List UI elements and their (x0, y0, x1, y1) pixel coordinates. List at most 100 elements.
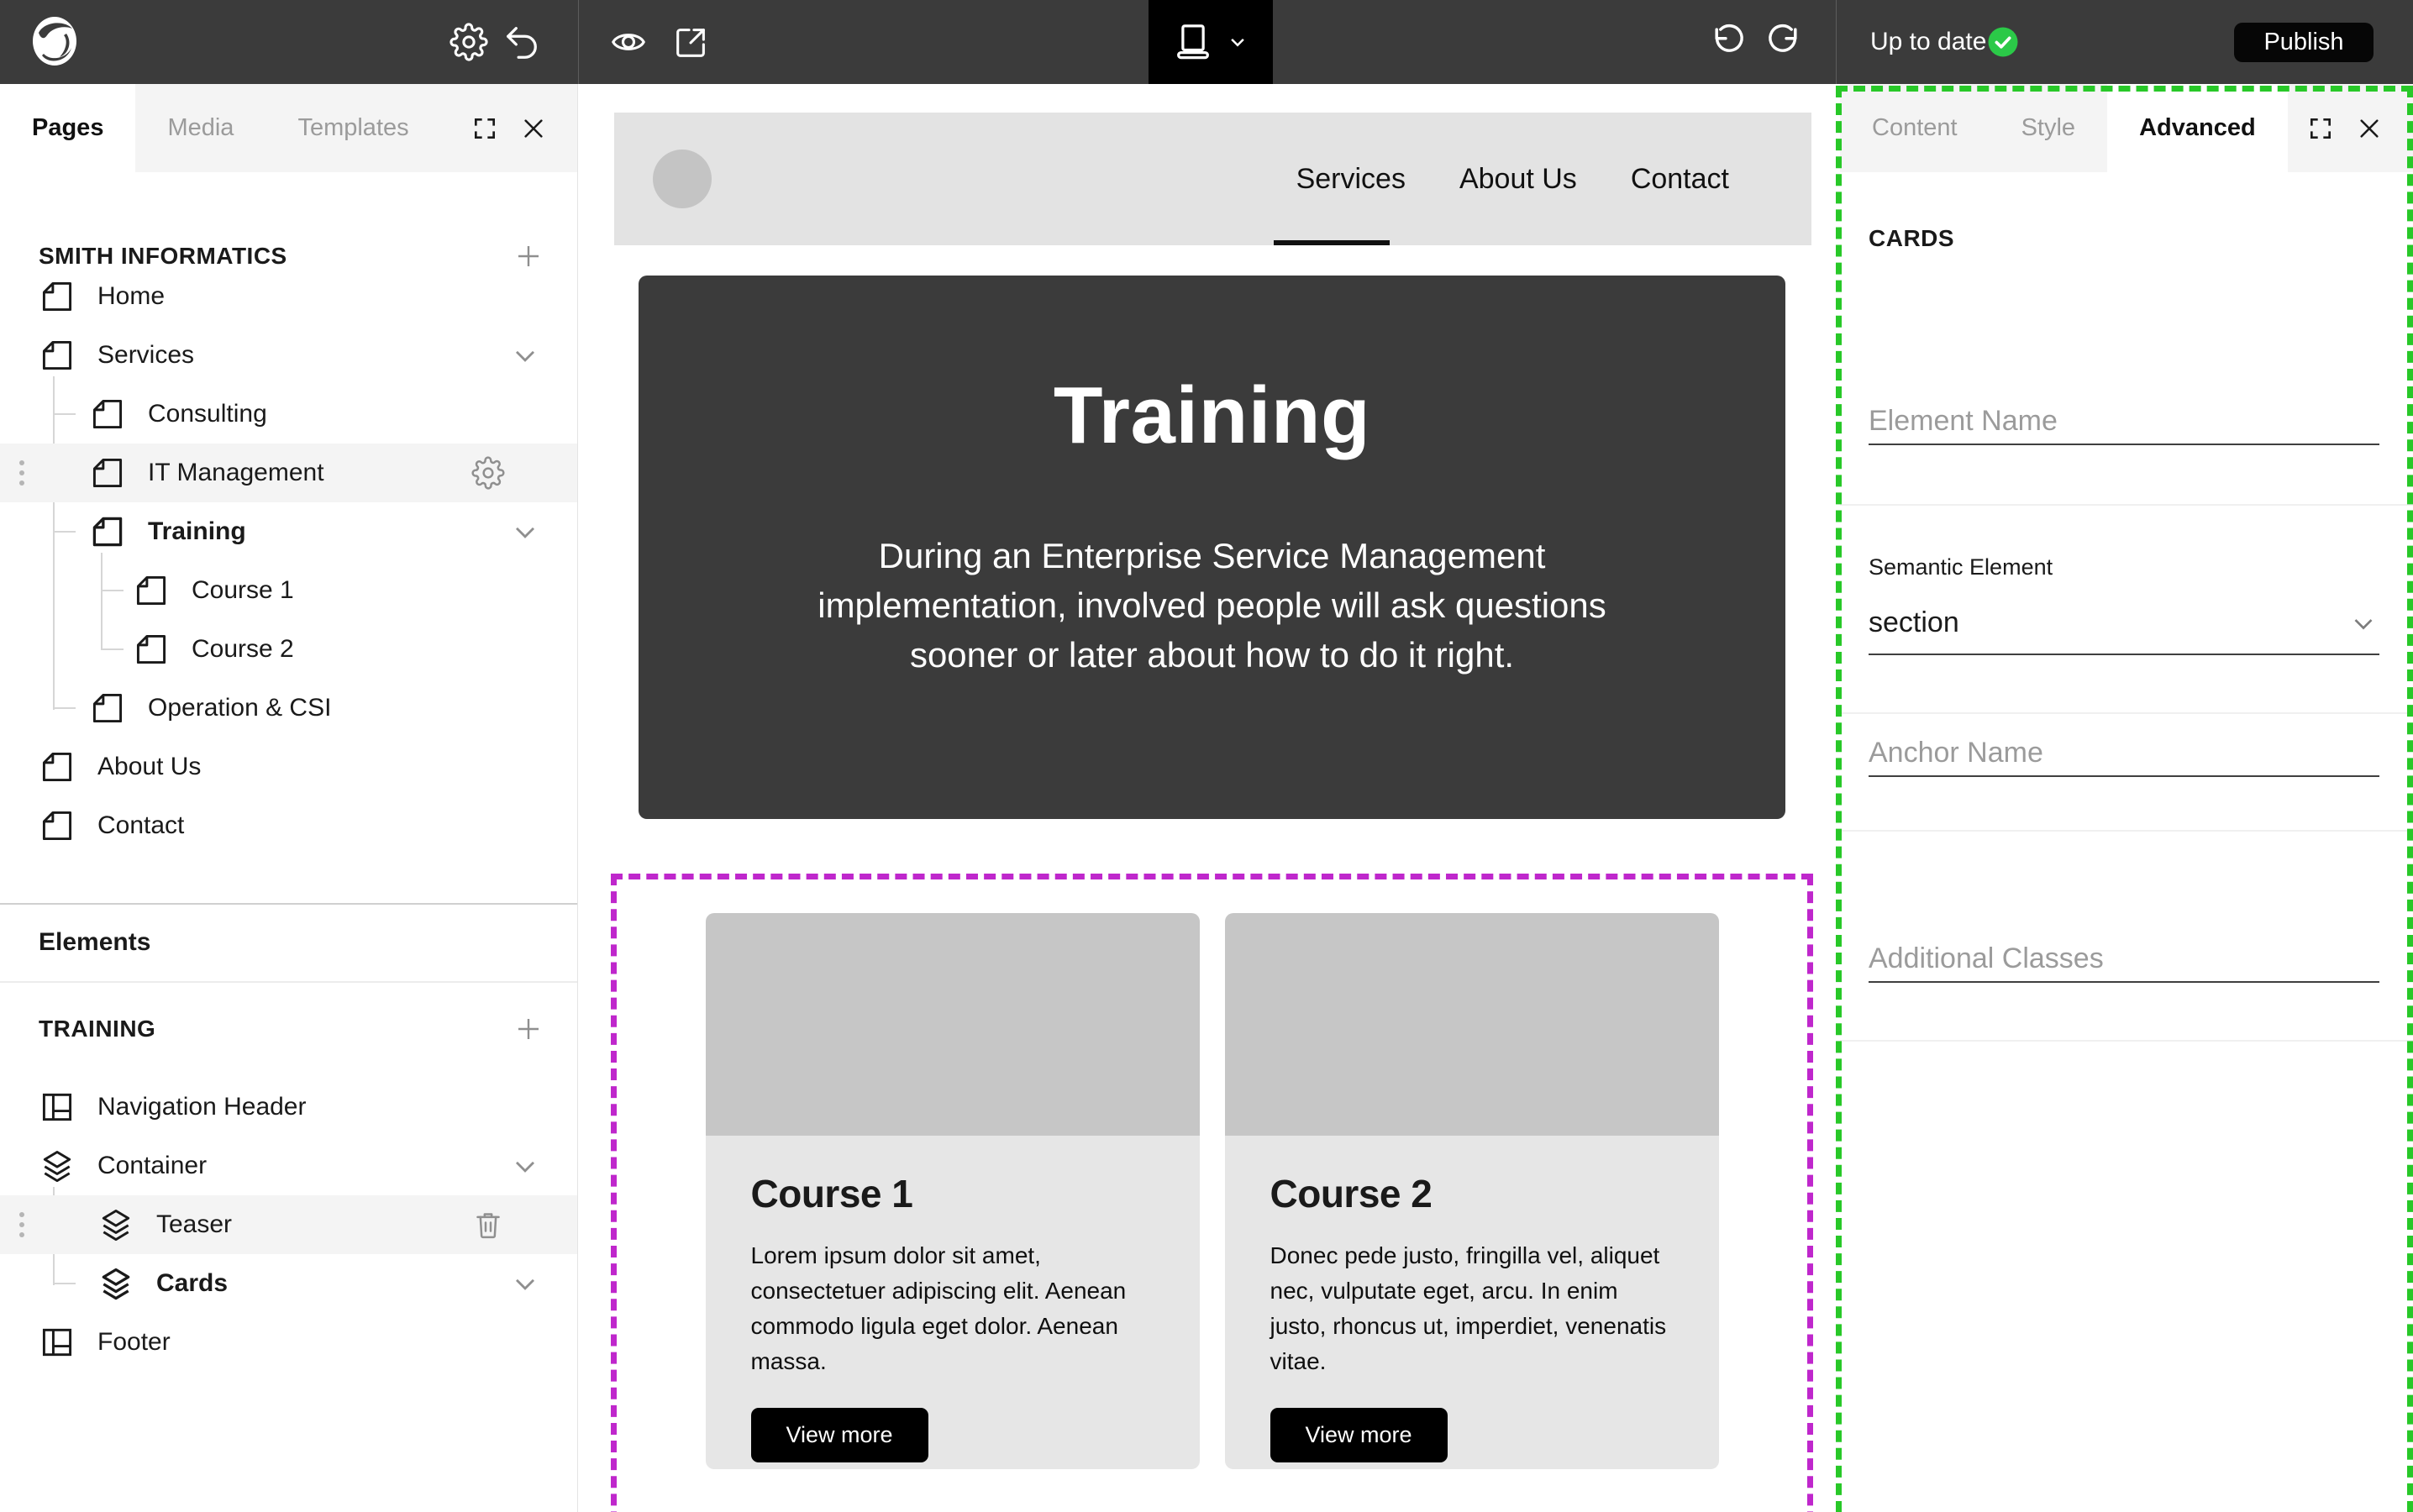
open-external-icon[interactable] (672, 23, 711, 61)
magnolia-logo-icon (28, 14, 81, 70)
site-logo-placeholder (653, 150, 712, 208)
selected-element-heading: CARDS (1869, 225, 1954, 252)
preview-eye-icon[interactable] (609, 23, 648, 61)
preview-site-header: Services About Us Contact (614, 113, 1811, 245)
element-name-input[interactable] (1869, 399, 2379, 445)
page-icon (133, 631, 170, 668)
tab-content[interactable]: Content (1840, 84, 1990, 172)
nav-link-about-us[interactable]: About Us (1459, 163, 1577, 196)
tab-pages[interactable]: Pages (0, 84, 135, 172)
element-name-field-wrap (1869, 399, 2379, 445)
layers-icon (39, 1147, 76, 1184)
pages-tree: Home Services Consulting IT Management (0, 267, 577, 855)
expand-panel-icon[interactable] (2307, 115, 2334, 142)
chevron-down-icon (2347, 607, 2379, 639)
card-text: Lorem ipsum dolor sit amet, consectetuer… (751, 1238, 1154, 1379)
tab-templates[interactable]: Templates (265, 84, 440, 172)
page-tree-item-training[interactable]: Training (0, 502, 577, 561)
preview-nav: Services About Us Contact (1296, 113, 1729, 245)
element-item-container[interactable]: Container (0, 1137, 577, 1195)
component-group-header: TRAINING (0, 1000, 577, 1058)
card-text: Donec pede justo, fringilla vel, aliquet… (1270, 1238, 1674, 1379)
card-title: Course 1 (751, 1171, 1154, 1216)
page-tree-item-about-us[interactable]: About Us (0, 738, 577, 796)
card-image-placeholder (1225, 913, 1719, 1136)
element-item-cards[interactable]: Cards (0, 1254, 577, 1313)
page-editor-app: Up to date Publish Pages Media Templates… (0, 0, 2413, 1512)
panel-divider (0, 903, 577, 905)
view-more-button[interactable]: View more (1270, 1408, 1448, 1462)
view-more-button[interactable]: View more (751, 1408, 928, 1462)
elements-tree: Navigation Header Container Teaser Cards (0, 1078, 577, 1372)
nav-link-services[interactable]: Services (1296, 163, 1406, 196)
preview-hero[interactable]: Training During an Enterprise Service Ma… (639, 276, 1785, 819)
gear-icon[interactable] (471, 456, 505, 490)
page-icon (133, 572, 170, 609)
expand-panel-icon[interactable] (471, 115, 498, 142)
discard-changes-icon[interactable] (502, 23, 541, 61)
form-separator (1840, 1040, 2413, 1042)
anchor-name-input[interactable] (1869, 731, 2379, 777)
page-tree-item-operation-csi[interactable]: Operation & CSI (0, 679, 577, 738)
status-text: Up to date (1870, 28, 1986, 56)
page-icon (39, 337, 76, 374)
form-separator (1840, 830, 2413, 832)
right-tabstrip: Content Style Advanced (1840, 84, 2413, 172)
chevron-down-icon[interactable] (508, 1149, 542, 1183)
hero-body: During an Enterprise Service Management … (767, 531, 1658, 680)
drag-handle-icon[interactable] (13, 454, 30, 491)
chevron-down-icon[interactable] (508, 1267, 542, 1300)
page-tree-item-it-management[interactable]: IT Management (0, 444, 577, 502)
course-card[interactable]: Course 1 Lorem ipsum dolor sit amet, con… (706, 913, 1200, 1469)
element-item-teaser[interactable]: Teaser (0, 1195, 577, 1254)
chevron-down-icon[interactable] (508, 515, 542, 549)
additional-classes-input[interactable] (1869, 937, 2379, 983)
add-element-icon[interactable] (513, 1014, 544, 1044)
trash-icon[interactable] (471, 1208, 505, 1242)
close-panel-icon[interactable] (2356, 115, 2383, 142)
page-icon (39, 807, 76, 844)
laptop-icon (1171, 20, 1215, 64)
page-tree-item-home[interactable]: Home (0, 267, 577, 326)
card-image-placeholder (706, 913, 1200, 1136)
page-icon (89, 396, 126, 433)
component-group-name: TRAINING (39, 1016, 155, 1042)
nav-link-contact[interactable]: Contact (1631, 163, 1729, 196)
site-name: SMITH INFORMATICS (39, 243, 287, 270)
publish-button[interactable]: Publish (2234, 23, 2374, 62)
check-circle-icon (1986, 25, 2020, 59)
chevron-down-icon[interactable] (508, 339, 542, 372)
toolbar-divider (578, 0, 579, 84)
form-separator (1840, 712, 2413, 714)
device-preview-selector[interactable] (1149, 0, 1273, 84)
page-tree-item-contact[interactable]: Contact (0, 796, 577, 855)
active-nav-underline (1274, 240, 1390, 245)
layout-icon (39, 1324, 76, 1361)
page-tree-item-services[interactable]: Services (0, 326, 577, 385)
tab-advanced[interactable]: Advanced (2107, 84, 2288, 172)
element-item-navigation-header[interactable]: Navigation Header (0, 1078, 577, 1137)
anchor-name-field-wrap (1869, 731, 2379, 777)
close-panel-icon[interactable] (520, 115, 547, 142)
chevron-down-icon (1225, 29, 1250, 55)
semantic-element-label: Semantic Element (1869, 554, 2053, 580)
page-tree-item-course-2[interactable]: Course 2 (0, 620, 577, 679)
pages-sidebar: Pages Media Templates SMITH INFORMATICS (0, 84, 578, 1512)
layers-icon (97, 1265, 134, 1302)
layout-icon (39, 1089, 76, 1126)
page-icon (39, 278, 76, 315)
page-tree-item-consulting[interactable]: Consulting (0, 385, 577, 444)
undo-icon[interactable] (1709, 23, 1748, 61)
tab-media[interactable]: Media (135, 84, 265, 172)
page-tree-item-course-1[interactable]: Course 1 (0, 561, 577, 620)
hero-title: Training (639, 276, 1785, 462)
page-icon (39, 748, 76, 785)
course-card[interactable]: Course 2 Donec pede justo, fringilla vel… (1225, 913, 1719, 1469)
settings-gear-icon[interactable] (449, 23, 488, 61)
element-item-footer[interactable]: Footer (0, 1313, 577, 1372)
top-toolbar: Up to date Publish (0, 0, 2413, 84)
tab-style[interactable]: Style (1990, 84, 2107, 172)
semantic-element-select[interactable]: section (1869, 592, 2379, 655)
redo-icon[interactable] (1764, 23, 1803, 61)
drag-handle-icon[interactable] (13, 1206, 30, 1243)
